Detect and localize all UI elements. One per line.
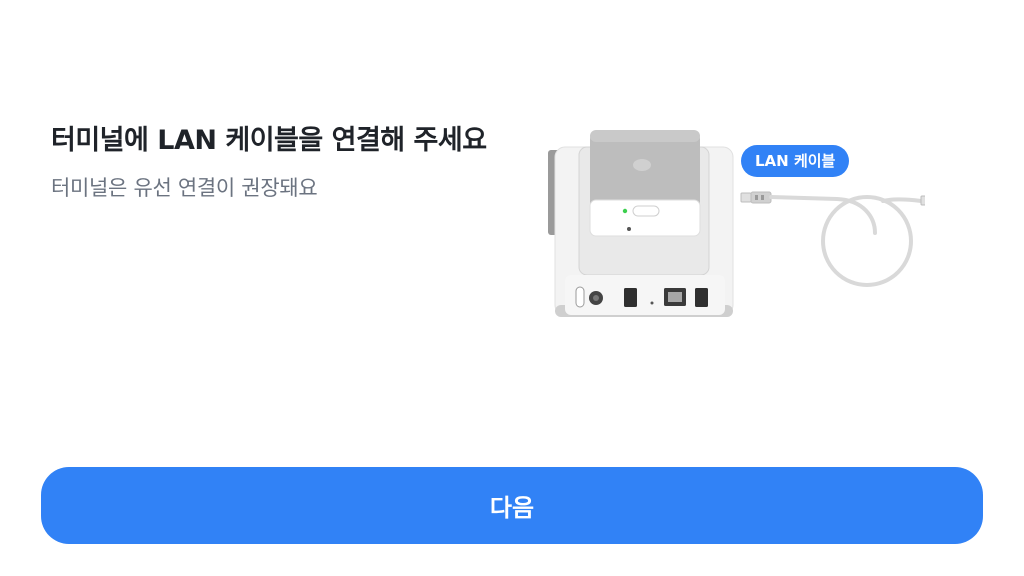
page-subtitle: 터미널은 유선 연결이 권장돼요 [51, 176, 318, 200]
page-title: 터미널에 LAN 케이블을 연결해 주세요 [51, 125, 487, 156]
terminal-lan-illustration [548, 130, 925, 317]
terminal-device-image [548, 130, 734, 317]
next-button[interactable]: 다음 [41, 467, 983, 544]
lan-cable-badge: LAN 케이블 [741, 145, 850, 177]
lan-cable-image [740, 191, 925, 287]
